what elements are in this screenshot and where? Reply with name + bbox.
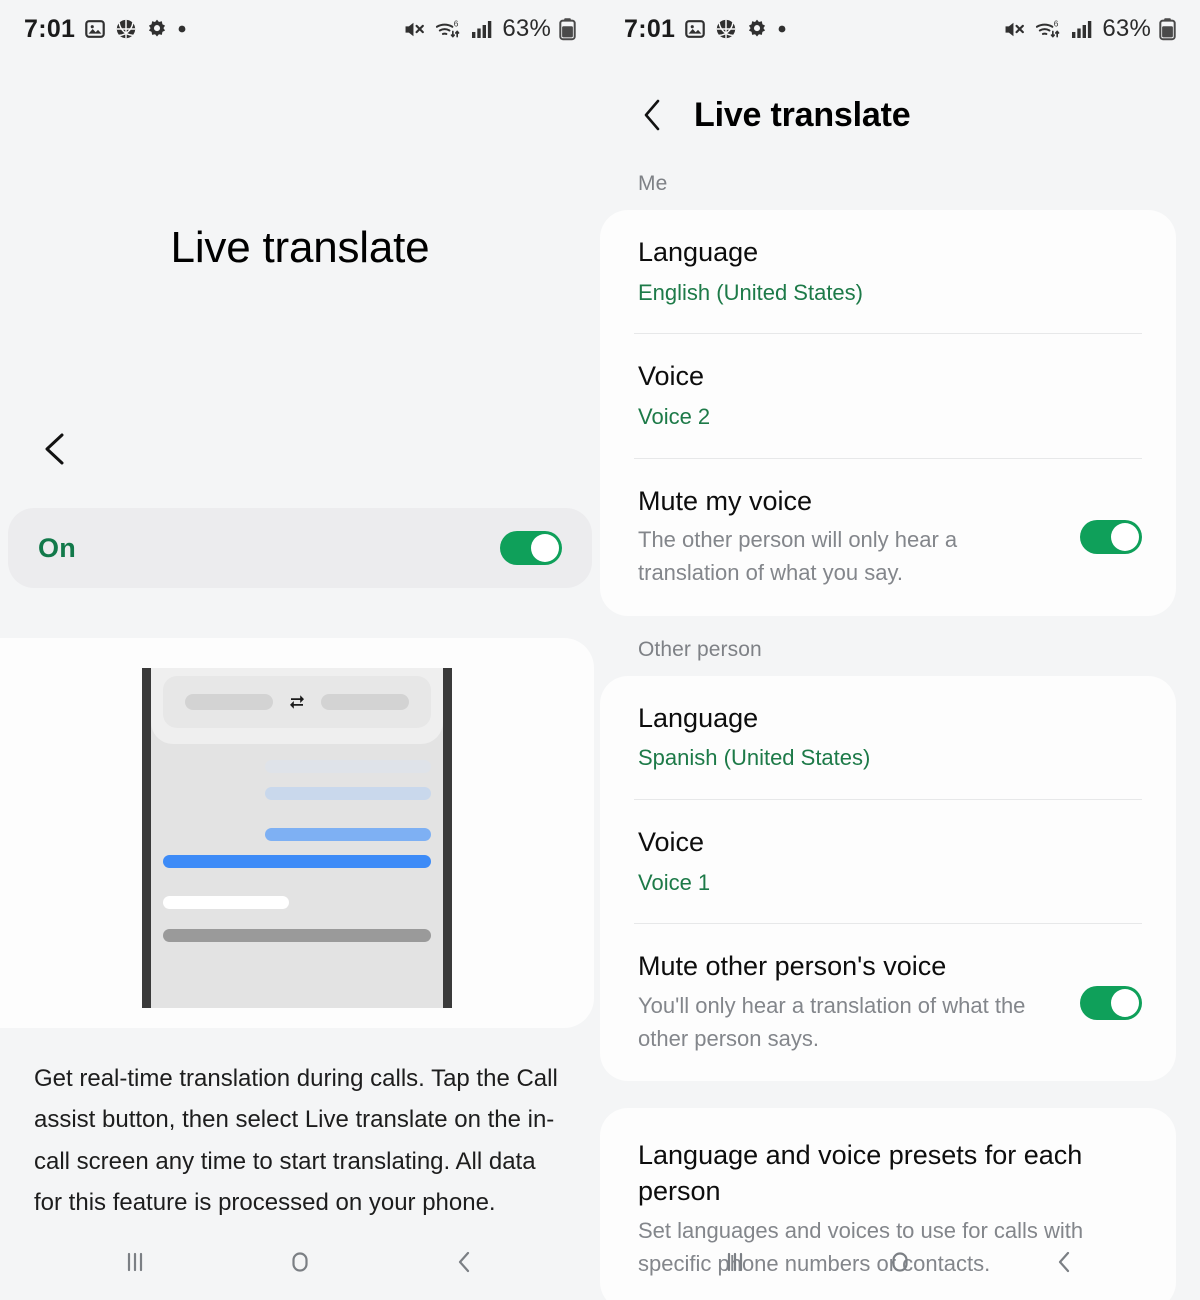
basketball-icon	[115, 18, 137, 40]
recents-button[interactable]	[705, 1232, 765, 1292]
message-bar	[264, 828, 431, 841]
home-button[interactable]	[270, 1232, 330, 1292]
mute-my-voice-toggle[interactable]	[1080, 520, 1142, 555]
live-translate-master-switch-row[interactable]: On	[8, 508, 592, 588]
section-label-me: Me	[638, 172, 668, 195]
status-bar-left: 7:01 6 63%	[0, 0, 600, 58]
settings-card-me: Language English (United States) Voice V…	[600, 210, 1176, 616]
mute-other-person-voice-toggle[interactable]	[1080, 985, 1142, 1020]
navigation-bar-left	[0, 1224, 600, 1300]
illustration-card	[0, 638, 594, 1028]
row-title: Voice	[638, 826, 705, 857]
row-title: Language	[638, 702, 759, 733]
chevron-left-icon	[644, 99, 660, 131]
home-button[interactable]	[870, 1232, 930, 1292]
gallery-icon	[684, 18, 706, 40]
settings-card-other-person: Language Spanish (United States) Voice V…	[600, 675, 1176, 1082]
status-bar-right: 7:01 6 63%	[600, 0, 1200, 58]
gear-icon	[146, 18, 168, 40]
gear-icon	[746, 18, 768, 40]
message-bar	[264, 760, 431, 773]
target-language-pill	[321, 694, 409, 710]
row-me-voice[interactable]: Voice Voice 2	[600, 334, 1176, 457]
svg-text:6: 6	[454, 19, 459, 28]
basketball-icon	[715, 18, 737, 40]
app-bar-title: Live translate	[694, 95, 911, 134]
battery-icon	[559, 17, 576, 41]
dot-icon	[177, 24, 187, 34]
message-bar	[264, 787, 431, 800]
status-bar-left-group: 7:01	[624, 15, 787, 44]
master-switch-label: On	[38, 532, 76, 563]
row-title: Mute my voice	[638, 485, 813, 516]
signal-icon	[1070, 17, 1094, 41]
phone-right-edge	[443, 668, 452, 1008]
phone-message-bars	[163, 750, 431, 942]
wifi6-icon: 6	[435, 17, 462, 42]
master-switch-toggle[interactable]	[500, 531, 562, 565]
row-subtitle: You'll only hear a translation of what t…	[638, 992, 1026, 1051]
left-screen: 7:01 6 63% Live translate On Get real-ti…	[0, 0, 600, 1300]
recents-button[interactable]	[105, 1232, 165, 1292]
message-bar	[163, 855, 431, 868]
signal-icon	[470, 17, 494, 41]
feature-description: Get real-time translation during calls. …	[34, 1065, 558, 1216]
status-time: 7:01	[624, 14, 676, 43]
battery-percent: 63%	[1102, 15, 1151, 42]
row-mute-other-person-voice[interactable]: Mute other person's voice You'll only he…	[600, 924, 1176, 1081]
gallery-icon	[84, 18, 106, 40]
chevron-left-icon	[45, 433, 64, 465]
recents-icon	[727, 1252, 743, 1272]
navigation-bar-right	[600, 1224, 1200, 1300]
row-title: Language and voice presets for each pers…	[638, 1140, 1083, 1206]
row-title: Language	[638, 237, 759, 267]
row-value: Voice 2	[638, 404, 711, 430]
app-bar-back-button[interactable]	[638, 96, 668, 134]
row-value: Voice 1	[638, 869, 711, 895]
status-bar-right-group: 6 63%	[402, 15, 576, 43]
row-me-language[interactable]: Language English (United States)	[600, 210, 1176, 333]
status-time: 7:01	[24, 14, 76, 43]
mute-icon	[402, 17, 427, 42]
back-nav-button[interactable]	[1035, 1232, 1095, 1292]
wifi6-icon: 6	[1035, 17, 1062, 42]
message-bar	[163, 929, 431, 942]
right-screen: 7:01 6 63% Live translate Me Language En…	[600, 0, 1200, 1300]
back-button[interactable]	[32, 425, 80, 473]
row-other-voice[interactable]: Voice Voice 1	[600, 800, 1176, 923]
battery-percent: 63%	[502, 15, 551, 42]
dot-icon	[777, 24, 787, 34]
row-other-language[interactable]: Language Spanish (United States)	[600, 676, 1176, 799]
status-bar-left-group: 7:01	[24, 15, 187, 44]
back-nav-button[interactable]	[435, 1232, 495, 1292]
row-subtitle: The other person will only hear a transl…	[638, 527, 958, 585]
row-title: Voice	[638, 361, 705, 392]
app-bar: Live translate	[600, 58, 1200, 150]
status-bar-right-group: 6 63%	[1002, 15, 1176, 43]
source-language-pill	[185, 694, 273, 710]
battery-icon	[1159, 17, 1176, 41]
back-chevron-icon	[458, 1251, 470, 1273]
row-value: English (United States)	[638, 279, 863, 305]
row-mute-my-voice[interactable]: Mute my voice The other person will only…	[600, 459, 1176, 616]
swap-arrows-icon	[287, 692, 307, 712]
recents-icon	[127, 1252, 143, 1272]
phone-mockup-illustration	[142, 668, 452, 1008]
page-title: Live translate	[170, 223, 430, 272]
home-icon	[892, 1252, 908, 1272]
dual-screenshot: 7:01 6 63% Live translate On Get real-ti…	[0, 0, 1200, 1300]
row-title: Mute other person's voice	[638, 951, 947, 982]
section-label-other-person: Other person	[638, 637, 762, 661]
back-chevron-icon	[1058, 1251, 1070, 1273]
home-icon	[292, 1252, 308, 1272]
phone-left-edge	[142, 668, 151, 1008]
mute-icon	[1002, 17, 1027, 42]
toggle-knob	[531, 534, 559, 562]
message-bar	[163, 896, 289, 909]
toggle-knob	[1111, 988, 1139, 1017]
row-value: Spanish (United States)	[638, 745, 871, 771]
phone-language-bar	[163, 676, 431, 728]
svg-text:6: 6	[1054, 19, 1059, 28]
toggle-knob	[1111, 523, 1139, 552]
